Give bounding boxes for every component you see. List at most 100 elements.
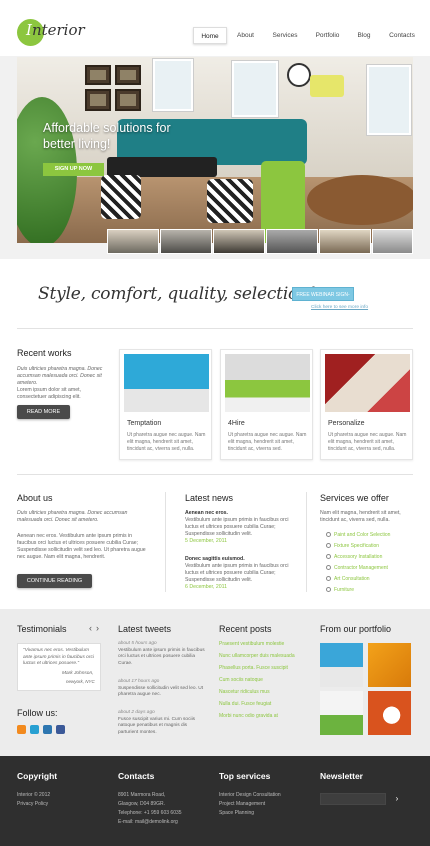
- service-item[interactable]: Contractor Management: [326, 565, 421, 576]
- follow-title: Follow us:: [17, 708, 58, 718]
- tweets-title: Latest tweets: [118, 624, 172, 634]
- picture-frame: [115, 89, 141, 111]
- chevron-left-icon[interactable]: ‹: [89, 623, 92, 633]
- news-heading: Aenean nec eros.: [185, 510, 228, 516]
- nav-services[interactable]: Services: [266, 27, 304, 44]
- rss-icon[interactable]: [17, 725, 26, 734]
- portfolio-image[interactable]: [320, 691, 363, 735]
- about-title: About us: [17, 493, 53, 503]
- footer-email[interactable]: E-mail: mail@demolink.org: [118, 818, 178, 826]
- thumbnail[interactable]: [213, 229, 265, 254]
- service-item[interactable]: Art Consultation: [326, 576, 421, 587]
- work-card[interactable]: 4Hire Ut pharetra augue nec augue. Nam e…: [220, 349, 313, 460]
- post-link[interactable]: Cum sociis natoque: [219, 677, 311, 689]
- skype-icon[interactable]: [30, 725, 39, 734]
- logo[interactable]: Interior: [26, 21, 85, 39]
- nav-about[interactable]: About: [229, 27, 262, 44]
- slogan: Style, comfort, quality, selection!: [38, 284, 316, 304]
- tweet-item[interactable]: about 2 days ago Fusce suscipit varius m…: [118, 710, 208, 736]
- divider: [17, 328, 413, 329]
- chevron-right-icon[interactable]: ›: [96, 623, 99, 633]
- linkedin-icon[interactable]: [43, 725, 52, 734]
- news-text: Vestibulum ante ipsum primis in faucibus…: [185, 563, 289, 583]
- divider: [17, 474, 413, 475]
- work-image: [225, 354, 310, 412]
- recent-works-intro: Duis ultricies pharetra magna. Donec acc…: [17, 366, 103, 386]
- work-card[interactable]: Personalize Ut pharetra augue nec augue.…: [320, 349, 413, 460]
- facebook-icon[interactable]: [56, 725, 65, 734]
- recent-posts-list: Praesent vestibulum molestie Nunc ullamc…: [219, 641, 311, 725]
- portfolio-image[interactable]: [368, 643, 411, 687]
- bullet-icon: [326, 576, 331, 581]
- testimonials-title: Testimonials: [17, 624, 67, 634]
- recent-posts-title: Recent posts: [219, 624, 272, 634]
- picture-frame: [85, 89, 111, 111]
- pouf: [101, 175, 141, 219]
- thumbnail[interactable]: [319, 229, 371, 254]
- read-more-button[interactable]: READ MORE: [17, 405, 70, 419]
- work-title: Temptation: [127, 420, 162, 427]
- about-body: Aenean nec eros. Vestibulum ante ipsum p…: [17, 533, 146, 560]
- newsletter-email-input[interactable]: [320, 793, 386, 805]
- post-link[interactable]: Nunc ullamcorper duis malesuada: [219, 653, 311, 665]
- window: [153, 59, 193, 111]
- testimonial-author: Mark Johnson,: [62, 671, 94, 676]
- service-item[interactable]: Paint and Color Selection: [326, 532, 421, 543]
- about-intro: Duis ultricies pharetra magna. Donec acc…: [17, 510, 128, 523]
- post-link[interactable]: Morbi nunc odio gravida at: [219, 713, 311, 725]
- bullet-icon: [326, 532, 331, 537]
- webinar-signup-button[interactable]: FREE WEBINAR SIGN-UP: [292, 287, 354, 312]
- service-item[interactable]: Fixture Specification: [326, 543, 421, 554]
- newsletter-submit-arrow-icon[interactable]: ›: [392, 793, 402, 805]
- testimonial-box: "Vivamus nec eros. Vestibulum ante ipsum…: [17, 643, 101, 691]
- portfolio-image[interactable]: [368, 691, 411, 735]
- bullet-icon: [326, 543, 331, 548]
- testimonial-place: newyork, NYC: [66, 679, 95, 684]
- post-link[interactable]: Nascetur ridiculus mus: [219, 689, 311, 701]
- divider: [165, 492, 166, 592]
- news-item[interactable]: Donec sagittis euismod. Vestibulum ante …: [185, 556, 300, 591]
- post-link[interactable]: Praesent vestibulum molestie: [219, 641, 311, 653]
- footer-copyright-title: Copyright: [17, 771, 58, 781]
- lamp: [310, 75, 344, 97]
- thumbnail[interactable]: [372, 229, 413, 254]
- footer-copyright: Interior © 2012: [17, 792, 51, 798]
- footer-service-link[interactable]: Space Planning: [219, 809, 254, 817]
- nav-blog[interactable]: Blog: [349, 27, 379, 44]
- hero-title: Affordable solutions for better living!: [43, 121, 171, 151]
- footer-service-link[interactable]: Interior Design Consultation: [219, 791, 281, 799]
- nav-home[interactable]: Home: [193, 27, 227, 44]
- clock-icon: [287, 63, 311, 87]
- portfolio-image[interactable]: [320, 643, 363, 687]
- thumbnail[interactable]: [266, 229, 318, 254]
- work-card[interactable]: Temptation Ut pharetra augue nec augue. …: [119, 349, 212, 460]
- coffee-table: [107, 157, 217, 177]
- work-text: Ut pharetra augue nec augue. Nam elit ma…: [127, 432, 206, 452]
- more-info-link[interactable]: Click here to see more info: [311, 305, 368, 310]
- news-text: Vestibulum ante ipsum primis in faucibus…: [185, 517, 289, 537]
- privacy-policy-link[interactable]: Privacy Policy: [17, 800, 48, 808]
- testimonial-quote: "Vivamus nec eros. Vestibulum ante ipsum…: [23, 648, 94, 666]
- tweet-item[interactable]: about 5 hours ago Vestibulum ante ipsum …: [118, 641, 208, 667]
- bullet-icon: [326, 587, 331, 592]
- nav-portfolio[interactable]: Portfolio: [309, 27, 346, 44]
- work-title: Personalize: [328, 420, 365, 427]
- post-link[interactable]: Nulla dui. Fusce feugiat: [219, 701, 311, 713]
- footer-contacts-title: Contacts: [118, 771, 155, 781]
- post-link[interactable]: Phasellus porta. Fusce suscipit: [219, 665, 311, 677]
- footer-service-link[interactable]: Project Management: [219, 800, 265, 808]
- divider: [306, 492, 307, 592]
- work-text: Ut pharetra augue nec augue. Nam elit ma…: [228, 432, 307, 452]
- footer-newsletter-title: Newsletter: [320, 771, 363, 781]
- nav-contacts[interactable]: Contacts: [382, 27, 422, 44]
- news-item[interactable]: Aenean nec eros. Vestibulum ante ipsum p…: [185, 510, 300, 545]
- service-item[interactable]: Furniture: [326, 587, 421, 598]
- sign-up-button[interactable]: SIGN UP NOW: [43, 163, 104, 176]
- tweet-item[interactable]: about 17 hours ago Suspendisse sollicitu…: [118, 679, 208, 699]
- thumbnail[interactable]: [107, 229, 159, 254]
- service-item[interactable]: Accessory Installation: [326, 554, 421, 565]
- thumbnail[interactable]: [160, 229, 212, 254]
- continue-reading-button[interactable]: CONTINUE READING: [17, 574, 92, 588]
- news-title: Latest news: [185, 493, 234, 503]
- footer-city: Glasgow, D04 89GR.: [118, 801, 165, 807]
